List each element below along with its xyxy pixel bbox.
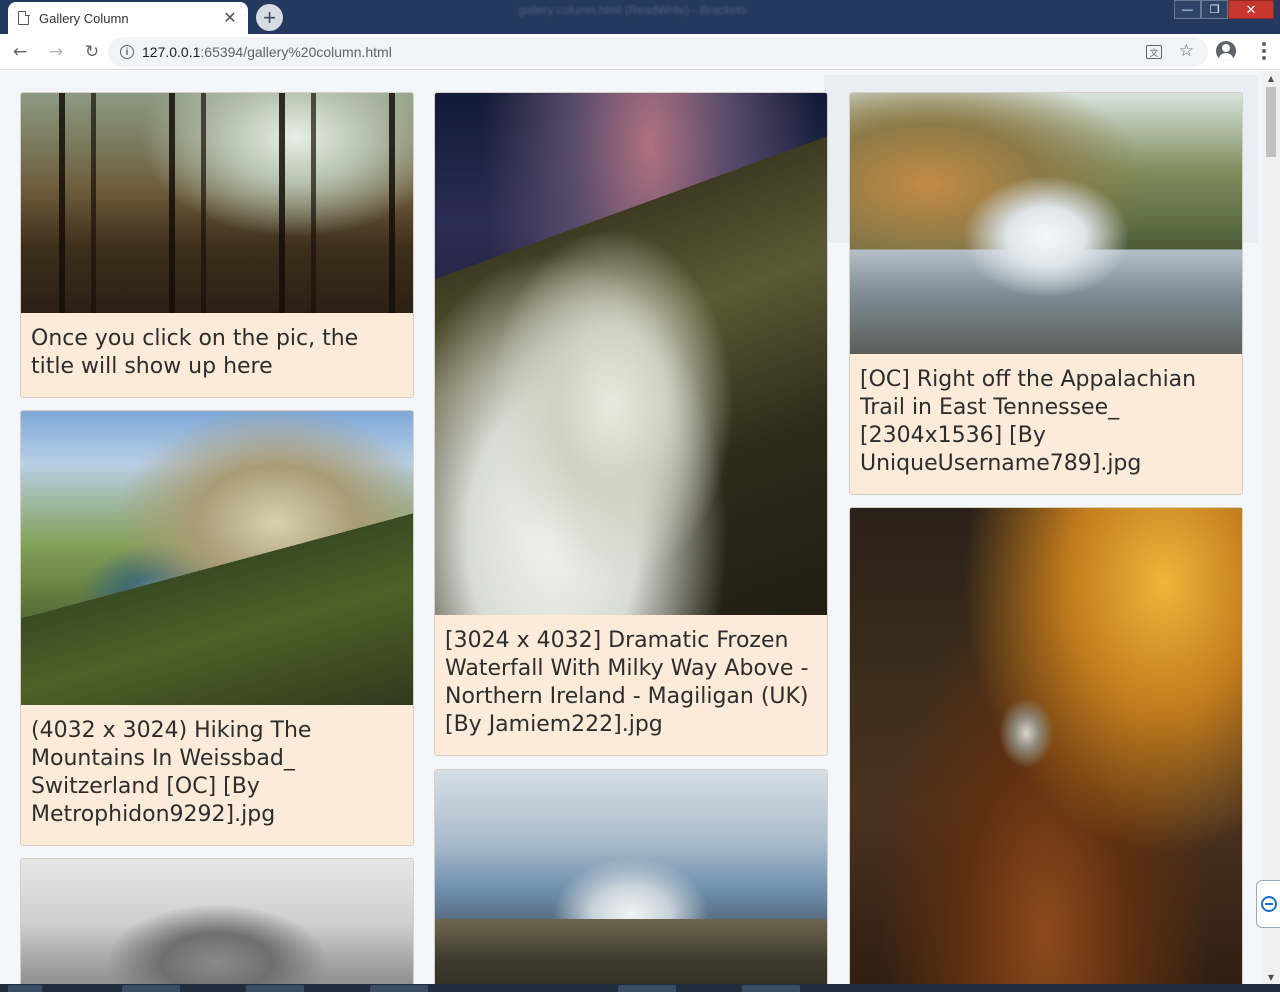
card-caption: [3024 x 4032] Dramatic Frozen Waterfall … <box>445 628 809 737</box>
tab-close-icon[interactable]: ✕ <box>222 8 238 28</box>
info-icon[interactable]: i <box>120 45 134 59</box>
frozen-waterfall-photo[interactable] <box>435 93 827 615</box>
menu-icon[interactable] <box>1254 41 1274 61</box>
document-icon <box>18 10 30 25</box>
gallery-card[interactable] <box>434 769 828 984</box>
page-viewport: Once you click on the pic, the title wil… <box>0 71 1262 984</box>
rock-arch-photo[interactable] <box>850 508 1242 984</box>
taskbar-item[interactable] <box>8 985 42 992</box>
close-window-button[interactable]: ✕ <box>1228 0 1274 19</box>
restore-button[interactable]: ❐ <box>1201 0 1228 19</box>
card-caption: Once you click on the pic, the title wil… <box>31 326 359 379</box>
window-title: gallery column.html (ReadWrite) - Bracke… <box>518 3 747 17</box>
window-controls: — ❐ ✕ <box>1174 0 1274 19</box>
scroll-down-arrow-icon[interactable]: ▼ <box>1262 970 1280 984</box>
browser-titlebar: Gallery Column ✕ + gallery column.html (… <box>0 0 1280 34</box>
taskbar-item[interactable] <box>370 985 428 992</box>
taskbar-item[interactable] <box>618 985 676 992</box>
new-tab-button[interactable]: + <box>256 4 283 31</box>
minimize-button[interactable]: — <box>1174 0 1201 19</box>
gallery-card[interactable] <box>20 858 414 984</box>
translate-icon[interactable]: 文 <box>1146 45 1162 59</box>
taskbar-item[interactable] <box>122 985 180 992</box>
valley-photo[interactable] <box>435 770 827 984</box>
snowy-hill-photo[interactable] <box>21 859 413 984</box>
page-scrollbar[interactable]: ▲ ▼ <box>1262 71 1280 984</box>
url-path: :65394/gallery%20column.html <box>200 44 392 60</box>
scroll-up-arrow-icon[interactable]: ▲ <box>1262 71 1280 85</box>
tab-gallery-column[interactable]: Gallery Column ✕ <box>8 2 248 34</box>
gallery-card[interactable]: [OC] Right off the Appalachian Trail in … <box>849 92 1243 495</box>
browser-toolbar: ← → ↻ i 127.0.0.1 :65394/gallery%20colum… <box>0 34 1280 70</box>
gallery-card[interactable] <box>849 507 1243 984</box>
forward-button[interactable]: → <box>40 36 72 68</box>
scrollbar-thumb[interactable] <box>1266 87 1276 157</box>
address-bar[interactable]: i 127.0.0.1 :65394/gallery%20column.html… <box>108 37 1208 67</box>
mountain-photo[interactable] <box>21 411 413 705</box>
remote-support-widget-icon[interactable] <box>1256 880 1280 928</box>
forest-photo[interactable] <box>21 93 413 313</box>
waterfall-photo[interactable] <box>850 93 1242 354</box>
os-taskbar <box>0 984 1280 992</box>
url-host: 127.0.0.1 <box>142 44 201 60</box>
card-caption: (4032 x 3024) Hiking The Mountains In We… <box>31 718 312 827</box>
gallery-card[interactable]: Once you click on the pic, the title wil… <box>20 92 414 398</box>
star-icon[interactable]: ☆ <box>1179 41 1194 61</box>
card-caption: [OC] Right off the Appalachian Trail in … <box>860 367 1197 476</box>
gallery-card[interactable]: (4032 x 3024) Hiking The Mountains In We… <box>20 410 414 846</box>
gallery-card[interactable]: [3024 x 4032] Dramatic Frozen Waterfall … <box>434 92 828 756</box>
tab-title: Gallery Column <box>39 10 129 26</box>
taskbar-item[interactable] <box>246 985 304 992</box>
taskbar-item[interactable] <box>742 985 800 992</box>
back-button[interactable]: ← <box>4 36 36 68</box>
account-icon[interactable] <box>1216 41 1236 61</box>
reload-button[interactable]: ↻ <box>76 36 108 68</box>
